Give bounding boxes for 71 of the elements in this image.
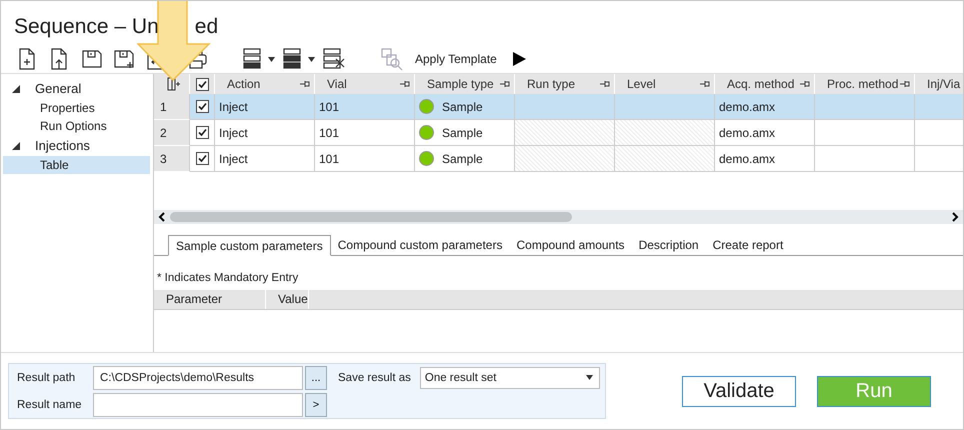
expanded-triangle-icon (11, 84, 21, 94)
row-number: 3 (154, 146, 190, 172)
save-result-dropdown[interactable]: One result set (420, 366, 600, 388)
tab[interactable]: Compound amounts (509, 234, 632, 255)
column-header: Acq. method (727, 77, 794, 91)
pin-icon[interactable] (300, 80, 310, 88)
table-rows-icon (321, 47, 347, 71)
pin-icon[interactable] (800, 80, 810, 88)
table-cell: Sample (442, 126, 483, 140)
pin-icon[interactable] (400, 80, 410, 88)
play-icon[interactable] (510, 51, 527, 67)
tab[interactable]: Create report (706, 234, 790, 255)
tree-item[interactable]: General (1, 78, 153, 99)
table-cell: Sample (442, 100, 483, 114)
result-path-field[interactable]: C:\CDSProjects\demo\Results (93, 366, 303, 390)
table-cell: Inject (219, 100, 248, 114)
result-name-field[interactable] (93, 392, 303, 416)
tab[interactable]: Sample custom parameters (168, 235, 331, 256)
window-title: Sequence – Un (14, 15, 159, 40)
column-header: Inj/Via (927, 77, 960, 91)
table-row[interactable]: 3 Inject 101 Sample demo.amx (154, 146, 963, 172)
mandatory-note: * Indicates Mandatory Entry (156, 271, 300, 284)
next-button[interactable]: > (305, 392, 327, 416)
table-row[interactable]: 1 Inject 101 Sample demo.amx (154, 94, 963, 120)
validate-button[interactable]: Validate (682, 376, 796, 406)
table-cell: Inject (219, 126, 248, 140)
tab[interactable]: Compound custom parameters (330, 234, 510, 255)
column-header: Vial (327, 77, 347, 91)
table-row[interactable]: 2 Inject 101 Sample demo.amx (154, 120, 963, 146)
table-cell: Sample (442, 152, 483, 166)
checkbox[interactable] (196, 152, 208, 165)
row-number: 1 (154, 94, 190, 120)
table-cell: 101 (319, 100, 340, 114)
column-header: Proc. method (827, 77, 898, 91)
table-cell: demo.amx (719, 100, 776, 114)
tree-item[interactable]: Table (3, 156, 150, 174)
column-chooser-icon[interactable] (166, 77, 180, 91)
field-label: Save result as (338, 372, 411, 384)
caret-icon (586, 375, 593, 380)
apply-template-button[interactable]: Apply Template (415, 52, 497, 66)
checkbox[interactable] (196, 126, 208, 139)
tree-item[interactable]: Injections (1, 135, 153, 156)
checkbox[interactable] (196, 78, 208, 90)
field-label: Result name (16, 398, 83, 410)
tree-item[interactable]: Properties (3, 99, 150, 117)
column-header: Value (266, 290, 309, 309)
column-header: Level (627, 77, 656, 91)
pin-icon[interactable] (700, 80, 710, 88)
horizontal-scrollbar[interactable] (154, 210, 963, 224)
pin-icon[interactable] (900, 80, 910, 88)
browse-button[interactable]: ... (305, 366, 327, 390)
table-cell: 101 (319, 152, 340, 166)
template-search-icon (379, 47, 405, 71)
table-cell: demo.amx (719, 126, 776, 140)
row-number: 2 (154, 120, 190, 146)
column-header: Action (227, 77, 260, 91)
tab[interactable]: Description (632, 234, 706, 255)
pin-icon[interactable] (600, 80, 610, 88)
column-header: Sample type (427, 77, 494, 91)
scrollbar-thumb[interactable] (170, 212, 572, 222)
pin-icon[interactable] (500, 80, 510, 88)
window-title: ed (194, 15, 218, 40)
column-header: Run type (527, 77, 576, 91)
table-cell: demo.amx (719, 152, 776, 166)
field-label: Result path (16, 372, 76, 384)
checkbox[interactable] (196, 100, 208, 113)
tree-item[interactable]: Run Options (3, 117, 150, 135)
column-header: Parameter (154, 290, 266, 309)
expanded-triangle-icon (11, 140, 21, 150)
table-cell: Inject (219, 152, 248, 166)
table-cell: 101 (319, 126, 340, 140)
